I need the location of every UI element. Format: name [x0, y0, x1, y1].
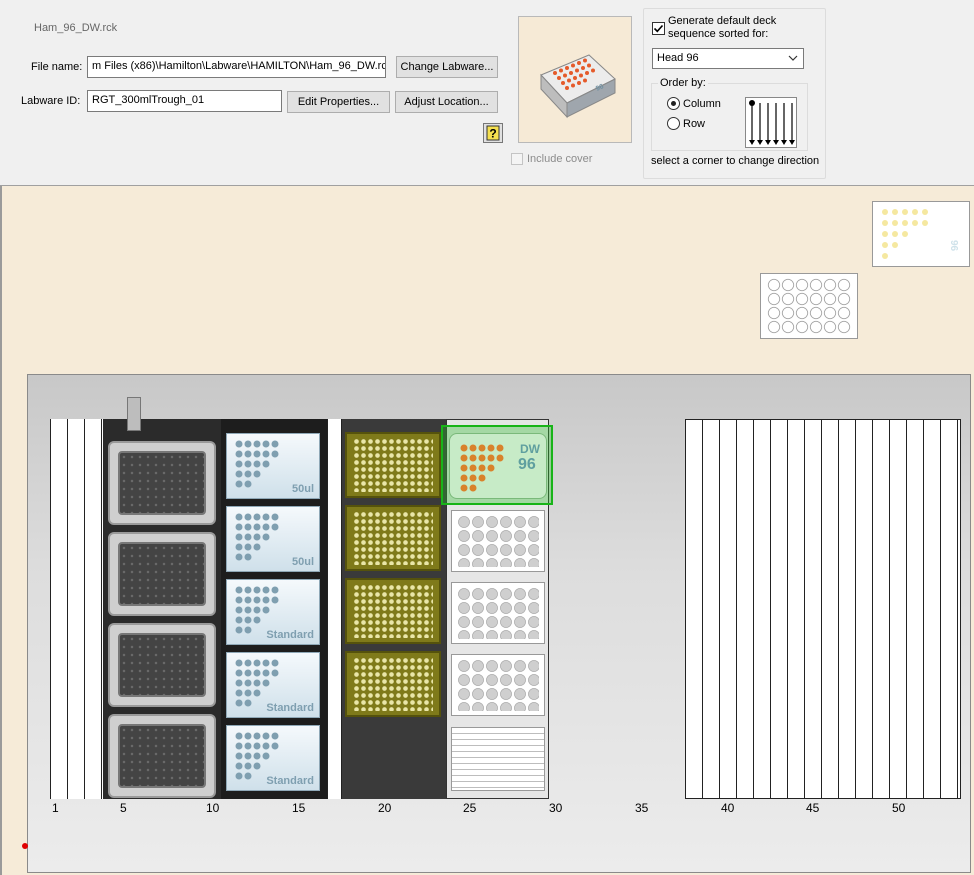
tip-rack-3[interactable]: Standard	[226, 579, 320, 645]
ruler-label: 50	[892, 801, 906, 815]
change-labware-button[interactable]: Change Labware...	[396, 56, 498, 78]
well-plate-2[interactable]	[451, 582, 545, 644]
olive-plate-1[interactable]	[345, 432, 441, 498]
origin-marker	[22, 843, 28, 849]
ruler-label: 40	[721, 801, 735, 815]
file-name-label: File name:	[31, 61, 83, 73]
trough[interactable]	[451, 727, 545, 791]
order-row-radio[interactable]	[667, 117, 680, 130]
direction-hint: select a corner to change direction	[651, 155, 820, 167]
column-direction-arrows-icon	[749, 100, 795, 145]
floating-well-plate[interactable]	[760, 273, 858, 339]
well-plate-3[interactable]	[451, 654, 545, 716]
chevron-down-icon	[788, 55, 798, 61]
order-column-label: Column	[683, 98, 721, 110]
labware-3d-icon: 96	[540, 54, 616, 119]
order-column-radio[interactable]	[667, 97, 680, 110]
olive-plate-4[interactable]	[345, 651, 441, 717]
ruler-label: 10	[206, 801, 220, 815]
help-button[interactable]: ?	[483, 123, 503, 143]
olive-plate-2[interactable]	[345, 505, 441, 571]
olive-plate-3[interactable]	[345, 578, 441, 644]
tip-pattern-icon	[235, 513, 279, 561]
right-tracks	[685, 419, 961, 799]
plate-gray-4[interactable]	[108, 714, 216, 798]
selected-dw-plate[interactable]: DW 96	[441, 425, 553, 505]
adjust-location-button[interactable]: Adjust Location...	[395, 91, 498, 113]
track-group	[50, 419, 105, 799]
svg-text:96: 96	[948, 240, 959, 252]
well-grid	[767, 278, 851, 334]
tip-rack-label: 50ul	[291, 483, 314, 495]
ruler-label: 5	[120, 801, 127, 815]
dw-well-pattern-icon	[460, 444, 504, 492]
file-name-field[interactable]: m Files (x86)\Hamilton\Labware\HAMILTON\…	[87, 56, 386, 78]
include-cover-label: Include cover	[527, 153, 593, 165]
dw-plate-thumbnail-icon: 96	[882, 209, 959, 259]
ruler-label: 30	[549, 801, 563, 815]
tip-pattern-icon	[235, 440, 279, 488]
tip-rack-label: 50ul	[291, 556, 314, 568]
tip-rack-5[interactable]: Standard	[226, 725, 320, 791]
carrier-handle	[127, 397, 141, 431]
plate-gray-2[interactable]	[108, 532, 216, 616]
dw-label: DW	[520, 442, 540, 456]
generate-sequence-checkbox[interactable]	[652, 22, 665, 35]
tip-rack-label: Standard	[266, 702, 314, 714]
tip-rack-2[interactable]: 50ul	[226, 506, 320, 572]
labware-id-label: Labware ID:	[21, 95, 81, 107]
ruler-label: 1	[52, 801, 59, 815]
ruler-label: 20	[378, 801, 392, 815]
file-title: Ham_96_DW.rck	[34, 22, 118, 34]
properties-panel: Ham_96_DW.rck File name: m Files (x86)\H…	[0, 0, 974, 186]
tip-rack-label: Standard	[266, 629, 314, 641]
dw-number-label: 96	[518, 456, 536, 473]
svg-text:?: ?	[489, 127, 496, 141]
head-select[interactable]: Head 96	[652, 48, 804, 69]
checkmark-icon	[653, 24, 664, 33]
ruler-label: 45	[806, 801, 820, 815]
labware-preview: 96	[518, 16, 632, 143]
plate-gray-1[interactable]	[108, 441, 216, 525]
plate-gray-3[interactable]	[108, 623, 216, 707]
include-cover-checkbox[interactable]	[511, 153, 523, 165]
tip-rack-1[interactable]: 50ul	[226, 433, 320, 499]
order-row-label: Row	[683, 118, 706, 130]
tip-rack-4[interactable]: Standard	[226, 652, 320, 718]
head-select-value: Head 96	[657, 52, 699, 64]
labware-id-field[interactable]: RGT_300mlTrough_01	[87, 90, 282, 112]
track-gap	[327, 419, 342, 799]
ruler-label: 35	[635, 801, 649, 815]
edit-properties-button[interactable]: Edit Properties...	[287, 91, 390, 113]
order-by-label: Order by:	[658, 77, 708, 89]
help-icon: ?	[486, 125, 500, 141]
direction-selector[interactable]	[745, 97, 797, 148]
generate-sequence-label: Generate default deck sequence sorted fo…	[668, 15, 777, 40]
tip-rack-label: Standard	[266, 775, 314, 787]
well-plate-1[interactable]	[451, 510, 545, 572]
ruler-label: 25	[463, 801, 477, 815]
floating-dw-plate[interactable]: 96	[872, 201, 970, 267]
ruler-label: 15	[292, 801, 306, 815]
